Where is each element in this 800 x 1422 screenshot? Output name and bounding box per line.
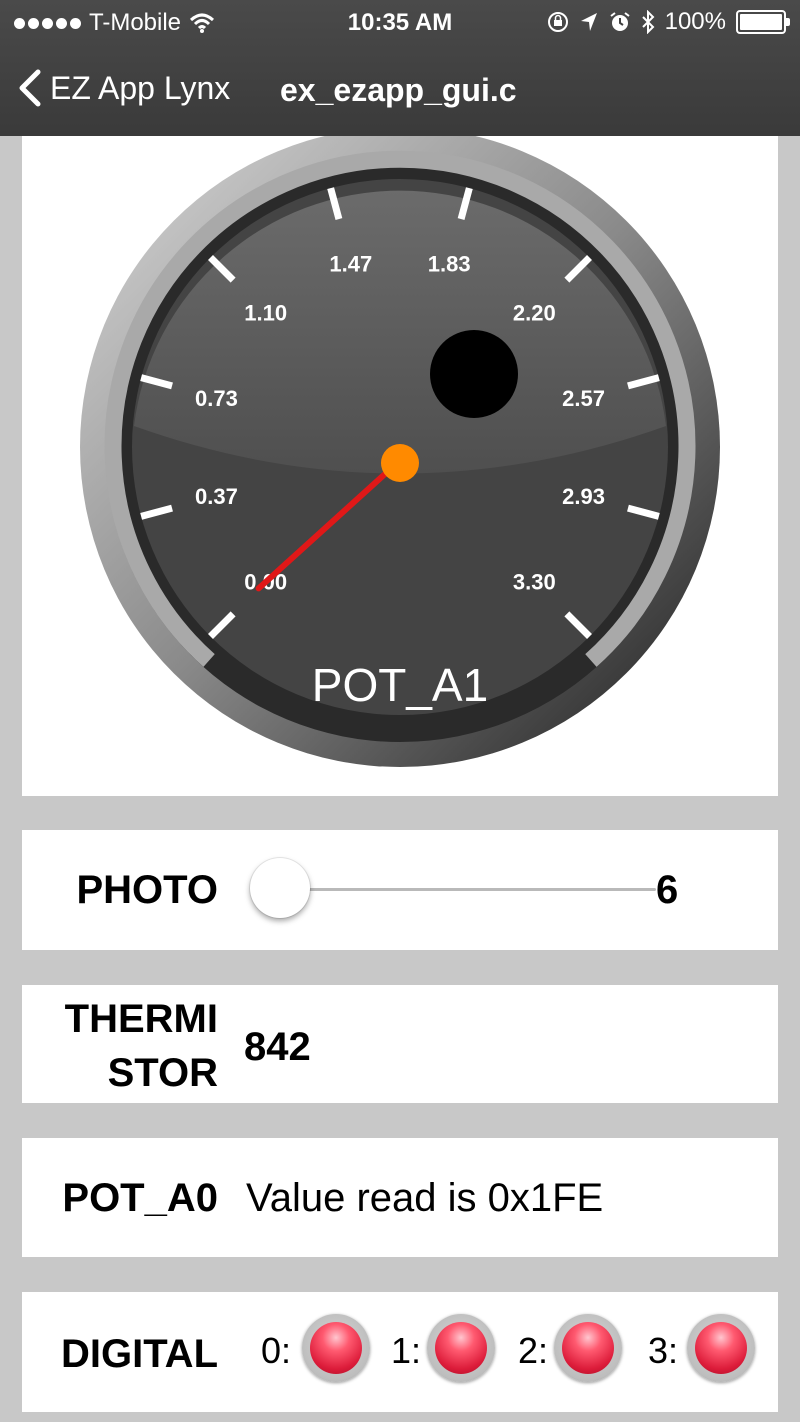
photo-row: PHOTO 6 <box>22 830 778 950</box>
status-bar: T-Mobile 10:35 AM 100% <box>0 0 800 44</box>
digital-row: DIGITAL 0: 1: 2: 3: <box>22 1292 778 1412</box>
gauge-tick-label: 0.73 <box>195 386 238 411</box>
thermistor-label-line1: THERMI <box>64 997 218 1041</box>
thermistor-label-line2: STOR <box>107 1051 218 1095</box>
gauge-pot-a1: 0.000.370.731.101.471.832.202.572.933.30… <box>80 127 720 767</box>
led-3-label: 3: <box>648 1330 679 1371</box>
gauge-tick-label: 2.93 <box>562 484 605 509</box>
photo-label: PHOTO <box>76 868 218 912</box>
led-2-label: 2: <box>518 1330 549 1371</box>
digital-label: DIGITAL <box>60 1332 218 1376</box>
battery-icon <box>736 10 790 34</box>
gauge-pivot <box>381 444 419 482</box>
pot-a0-label: POT_A0 <box>62 1176 218 1220</box>
gauge-tick-label: 1.10 <box>244 301 287 326</box>
gauge-tick-label: 2.20 <box>513 301 556 326</box>
led-1-indicator <box>427 1314 495 1382</box>
gauge-tick-label: 2.57 <box>562 386 605 411</box>
gauge-tick-label: 3.30 <box>513 569 556 594</box>
alarm-icon <box>610 12 630 31</box>
location-arrow-icon <box>580 13 597 31</box>
chevron-left-icon <box>19 69 41 107</box>
led-1-label: 1: <box>391 1330 422 1371</box>
bluetooth-icon <box>641 10 655 34</box>
gauge-tick-label: 1.47 <box>329 251 372 276</box>
led-0-label: 0: <box>261 1330 292 1371</box>
gauge-tick-label: 1.83 <box>428 251 471 276</box>
photo-slider-track[interactable] <box>280 888 656 891</box>
back-button[interactable]: EZ App Lynx <box>16 68 230 108</box>
thermistor-row: THERMI STOR 842 <box>22 985 778 1103</box>
status-right: 100% <box>547 8 790 36</box>
gauge-label: POT_A1 <box>312 659 488 711</box>
gauge-tick-label: 0.37 <box>195 484 238 509</box>
gauge-black-dot <box>430 330 518 418</box>
page-title: ex_ezapp_gui.c <box>280 72 517 108</box>
pot-a0-row: POT_A0 Value read is 0x1FE <box>22 1138 778 1257</box>
photo-value: 6 <box>656 868 679 912</box>
led-2-indicator <box>554 1314 622 1382</box>
rotation-lock-icon <box>547 12 568 32</box>
battery-percent: 100% <box>664 8 726 35</box>
back-button-label: EZ App Lynx <box>50 69 231 106</box>
navigation-bar: EZ App Lynx ex_ezapp_gui.c <box>0 60 800 124</box>
led-3-indicator <box>687 1314 755 1382</box>
app-header: T-Mobile 10:35 AM 100% EZ App Lynx ex_ez… <box>0 0 800 136</box>
gauge-panel: 0.000.370.731.101.471.832.202.572.933.30… <box>22 127 778 796</box>
led-0-indicator <box>302 1314 370 1382</box>
thermistor-value: 842 <box>244 1025 311 1069</box>
pot-a0-value: Value read is 0x1FE <box>246 1176 604 1220</box>
photo-slider-thumb[interactable] <box>250 858 310 918</box>
